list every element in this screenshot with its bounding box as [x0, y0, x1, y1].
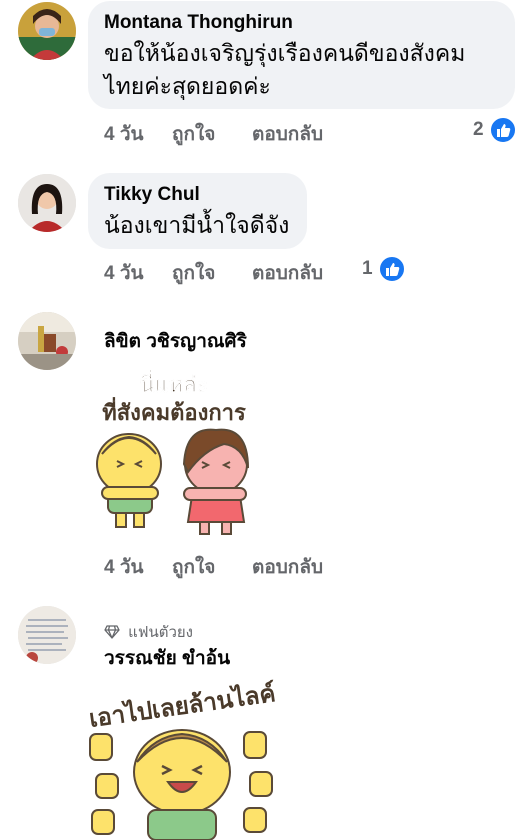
avatar[interactable] [18, 606, 76, 664]
avatar[interactable] [18, 174, 76, 232]
like-reaction-icon[interactable] [489, 116, 517, 144]
sticker-image[interactable]: เอาไปเลยล้านไลค์ [82, 674, 282, 840]
sticker-image[interactable]: นี่แหล่ะ ที่สังคมต้องการ [84, 364, 264, 544]
reply-button[interactable]: ตอบกลับ [252, 258, 323, 288]
avatar-photo-icon [18, 2, 76, 60]
avatar-photo-icon [18, 312, 76, 370]
avatar-photo-icon [18, 174, 76, 232]
reply-button[interactable]: ตอบกลับ [252, 119, 323, 149]
comment-time[interactable]: 4 วัน [104, 552, 144, 582]
comment-text: ขอให้น้องเจริญรุ่งเรืองคนดีของสังคม [104, 40, 466, 66]
like-button[interactable]: ถูกใจ [172, 119, 215, 149]
comment-time[interactable]: 4 วัน [104, 258, 144, 288]
comment-text: น้องเขามีน้ำใจดีจัง [104, 212, 290, 238]
like-reaction-icon[interactable] [378, 255, 406, 283]
diamond-icon [104, 625, 120, 639]
like-button[interactable]: ถูกใจ [172, 552, 215, 582]
comment-text: ไทยค่ะสุดยอดค่ะ [104, 73, 271, 99]
avatar[interactable] [18, 312, 76, 370]
reply-button[interactable]: ตอบกลับ [252, 552, 323, 582]
top-fan-badge[interactable]: แฟนตัวยง [104, 620, 193, 644]
top-fan-label: แฟนตัวยง [128, 624, 193, 641]
avatar-photo-icon [18, 606, 76, 664]
like-button[interactable]: ถูกใจ [172, 258, 215, 288]
sticker-caption: ที่สังคมต้องการ [102, 396, 246, 426]
comment-author[interactable]: Montana Thonghirun [104, 12, 293, 34]
comment-author[interactable]: Tikky Chul [104, 184, 200, 206]
comment-author[interactable]: วรรณชัย ขำอ้น [104, 643, 230, 673]
reaction-count[interactable]: 1 [362, 258, 373, 280]
avatar[interactable] [18, 2, 76, 60]
sticker-caption: นี่แหล่ะ [139, 368, 208, 398]
comment-author[interactable]: ลิขิต วชิรญาณศิริ [104, 326, 247, 356]
comment-time[interactable]: 4 วัน [104, 119, 144, 149]
sticker-caption: เอาไปเลยล้านไลค์ [87, 678, 277, 733]
reaction-count[interactable]: 2 [473, 119, 484, 141]
